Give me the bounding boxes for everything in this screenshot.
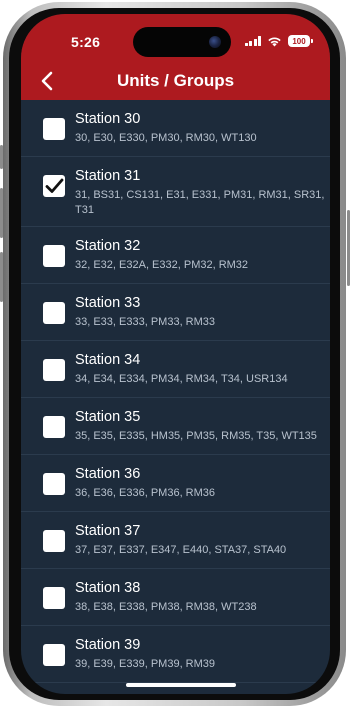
station-checkbox[interactable] xyxy=(43,587,65,609)
station-units: 36, E36, E336, PM36, RM36 xyxy=(75,487,216,499)
station-name: Station 34 xyxy=(75,352,141,368)
status-icons: 100 xyxy=(244,35,313,47)
station-units: 31, BS31, CS131, E31, E331, PM31, RM31, … xyxy=(75,189,325,216)
station-units: 34, E34, E334, PM34, RM34, T34, USR134 xyxy=(75,373,288,385)
mute-switch xyxy=(0,145,3,169)
station-checkbox[interactable] xyxy=(43,530,65,552)
station-row[interactable]: Station 31 31, BS31, CS131, E31, E331, PM… xyxy=(21,157,330,227)
station-name: Station 33 xyxy=(75,295,141,311)
station-name: Station 37 xyxy=(75,523,141,539)
home-indicator[interactable] xyxy=(126,683,236,687)
station-checkbox[interactable] xyxy=(43,245,65,267)
station-list: Station 30 30, E30, E330, PM30, RM30, WT1… xyxy=(21,100,330,683)
page-title: Units / Groups xyxy=(116,71,235,90)
station-name: Station 35 xyxy=(75,409,141,425)
volume-down-button xyxy=(0,252,3,302)
app-header: 5:26 100 Units / Groups xyxy=(21,14,330,100)
station-checkbox[interactable] xyxy=(43,175,65,197)
station-row[interactable]: Station 39 39, E39, E339, PM39, RM39 xyxy=(21,626,330,683)
camera-icon xyxy=(209,36,221,48)
station-checkbox[interactable] xyxy=(43,359,65,381)
station-row[interactable]: Station 36 36, E36, E336, PM36, RM36 xyxy=(21,455,330,512)
station-units: 32, E32, E32A, E332, PM32, RM32 xyxy=(75,259,249,271)
station-row[interactable]: Station 35 35, E35, E335, HM35, PM35, RM3… xyxy=(21,398,330,455)
station-row[interactable]: Station 33 33, E33, E333, PM33, RM33 xyxy=(21,284,330,341)
station-row[interactable]: Station 37 37, E37, E337, E347, E440, STA… xyxy=(21,512,330,569)
station-name: Station 31 xyxy=(75,168,141,184)
station-row[interactable]: Station 30 30, E30, E330, PM30, RM30, WT1… xyxy=(21,100,330,157)
station-checkbox[interactable] xyxy=(43,416,65,438)
station-name: Station 38 xyxy=(75,580,141,596)
station-units: 35, E35, E335, HM35, PM35, RM35, T35, WT… xyxy=(75,430,317,442)
station-units: 39, E39, E339, PM39, RM39 xyxy=(75,658,216,670)
station-checkbox[interactable] xyxy=(43,473,65,495)
status-time: 5:26 xyxy=(71,34,101,50)
station-name: Station 32 xyxy=(75,238,141,254)
dynamic-island xyxy=(133,27,231,57)
station-name: Station 36 xyxy=(75,466,141,482)
station-row[interactable]: Station 32 32, E32, E32A, E332, PM32, RM3… xyxy=(21,227,330,284)
station-row[interactable]: Station 34 34, E34, E334, PM34, RM34, T34… xyxy=(21,341,330,398)
station-checkbox[interactable] xyxy=(43,302,65,324)
station-units: 30, E30, E330, PM30, RM30, WT130 xyxy=(75,132,257,144)
station-name: Station 30 xyxy=(75,111,141,127)
station-units: 33, E33, E333, PM33, RM33 xyxy=(75,316,216,328)
checkmark-icon xyxy=(45,178,64,193)
wifi-icon xyxy=(268,36,281,46)
volume-up-button xyxy=(0,188,3,238)
cellular-signal-icon xyxy=(244,36,261,46)
battery-icon: 100 xyxy=(288,35,313,47)
station-name: Station 39 xyxy=(75,637,141,653)
station-row[interactable]: Station 38 38, E38, E338, PM38, RM38, WT2… xyxy=(21,569,330,626)
station-checkbox[interactable] xyxy=(43,118,65,140)
station-checkbox[interactable] xyxy=(43,644,65,666)
station-units: 38, E38, E338, PM38, RM38, WT238 xyxy=(75,601,257,613)
station-units: 37, E37, E337, E347, E440, STA37, STA40 xyxy=(75,544,287,556)
app-screen: 5:26 100 Units / Groups Station 30 30, E3… xyxy=(21,14,330,694)
